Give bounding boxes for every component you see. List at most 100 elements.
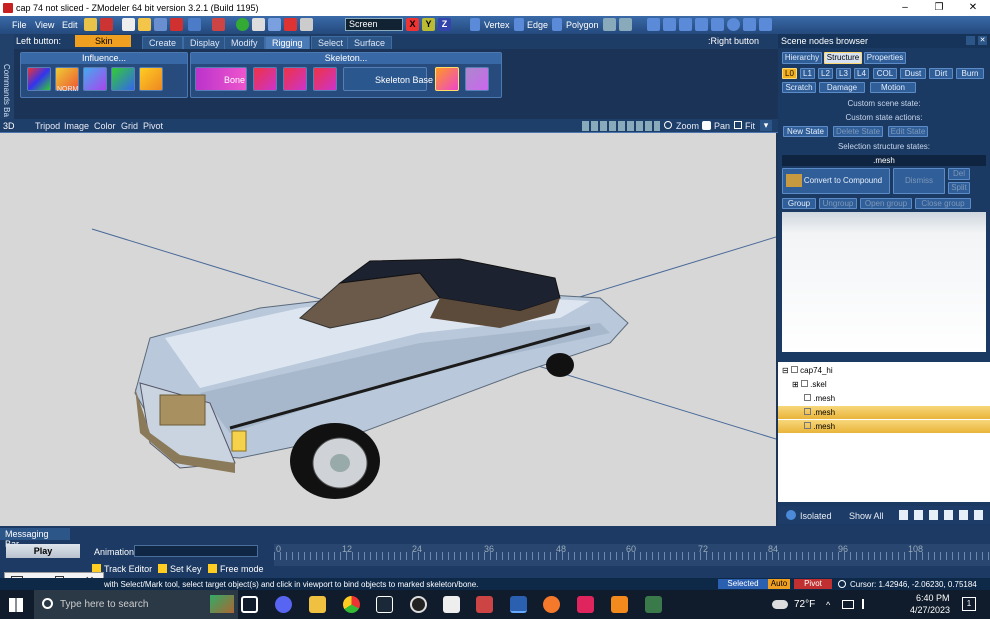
- level-dust[interactable]: Dust: [900, 68, 926, 79]
- panel-close-icon[interactable]: ✕: [978, 36, 987, 45]
- edit-state-button[interactable]: Edit State: [888, 126, 928, 137]
- close-button[interactable]: ✕: [956, 0, 990, 16]
- tree-row-mesh-1[interactable]: .mesh: [778, 392, 990, 405]
- tray-chevron-icon[interactable]: ^: [826, 600, 830, 610]
- maximize-button[interactable]: ❐: [922, 0, 956, 16]
- pan-button[interactable]: Pan: [714, 121, 730, 131]
- skin-bind-tool-icon[interactable]: [435, 67, 459, 91]
- track-editor-button[interactable]: Track Editor: [104, 564, 152, 574]
- group-button[interactable]: Group: [782, 198, 816, 209]
- selected-indicator[interactable]: Selected: [718, 579, 768, 589]
- polygon-mode-button[interactable]: Polygon: [566, 20, 599, 30]
- clipboard-icon[interactable]: [300, 18, 313, 31]
- tree-row-mesh-2[interactable]: .mesh: [778, 406, 990, 419]
- level-dirt[interactable]: Dirt: [929, 68, 953, 79]
- bone-edit-icon[interactable]: [253, 67, 277, 91]
- timeline[interactable]: 0 12 24 36 48 60 72 84 96 108: [274, 544, 990, 566]
- show-all-button[interactable]: Show All: [849, 511, 884, 521]
- app-iv-icon[interactable]: [443, 596, 460, 613]
- discord-icon[interactable]: [275, 596, 292, 613]
- influence-paint-icon[interactable]: [27, 67, 51, 91]
- damage-dropdown[interactable]: Damage: [819, 82, 865, 93]
- dummy-icon[interactable]: [695, 18, 708, 31]
- delete-icon[interactable]: [100, 18, 113, 31]
- file-explorer-icon[interactable]: [309, 596, 326, 613]
- viewport-mode[interactable]: 3D: [3, 121, 15, 131]
- close-group-button[interactable]: Close group: [915, 198, 971, 209]
- export-icon[interactable]: [212, 18, 225, 31]
- split-button[interactable]: Split: [948, 182, 970, 194]
- new-file-icon[interactable]: [122, 18, 135, 31]
- vertex-mode-button[interactable]: Vertex: [484, 20, 510, 30]
- volume-icon[interactable]: [862, 599, 872, 609]
- collapse-icon[interactable]: ⊟: [782, 366, 789, 375]
- messaging-bar-tab[interactable]: Messaging Bar: [0, 528, 70, 549]
- material-icon[interactable]: [743, 18, 756, 31]
- ungroup-button[interactable]: Ungroup: [819, 198, 857, 209]
- skin-bind-button[interactable]: Skin Bind: [75, 35, 131, 58]
- tab-properties[interactable]: Properties: [864, 52, 906, 64]
- y-axis-icon[interactable]: Y: [422, 18, 435, 31]
- selection-state-value[interactable]: .mesh: [782, 155, 986, 166]
- notifications-icon[interactable]: 1: [962, 597, 976, 611]
- weather-temp[interactable]: 72°F: [794, 599, 815, 610]
- tab-structure[interactable]: Structure: [824, 52, 862, 64]
- menu-edit[interactable]: Edit: [62, 20, 78, 30]
- camera-icon[interactable]: [679, 18, 692, 31]
- menu-file[interactable]: File: [12, 20, 27, 30]
- tree-row-mesh-3[interactable]: .mesh: [778, 420, 990, 433]
- bone-tool-icon[interactable]: [711, 18, 724, 31]
- tab-surface[interactable]: Surface: [347, 36, 393, 49]
- isolated-button[interactable]: Isolated: [800, 511, 832, 521]
- new-state-button[interactable]: New State: [783, 126, 828, 137]
- sphere-icon[interactable]: [727, 18, 740, 31]
- expand-icon[interactable]: ⊞: [792, 380, 799, 389]
- influence-transfer-icon[interactable]: [111, 67, 135, 91]
- z-axis-icon[interactable]: Z: [438, 18, 451, 31]
- steam-icon[interactable]: [376, 596, 393, 613]
- fit-button[interactable]: Fit: [745, 121, 755, 131]
- texture-icon[interactable]: [759, 18, 772, 31]
- level-burn[interactable]: Burn: [956, 68, 984, 79]
- app-game-icon[interactable]: [476, 596, 493, 613]
- viewport-menu-icon[interactable]: ▾: [760, 120, 772, 131]
- level-l4[interactable]: L4: [854, 68, 869, 79]
- tree-row-skel[interactable]: ⊞ .skel: [778, 378, 990, 391]
- open-group-button[interactable]: Open group: [860, 198, 912, 209]
- panel-pin-icon[interactable]: [966, 36, 975, 45]
- level-l1[interactable]: L1: [800, 68, 815, 79]
- menu-view[interactable]: View: [35, 20, 54, 30]
- influence-erase-icon[interactable]: [139, 67, 163, 91]
- object-icon[interactable]: [619, 18, 632, 31]
- state-list-area[interactable]: [782, 212, 986, 352]
- app-v-icon[interactable]: [645, 596, 662, 613]
- level-l3[interactable]: L3: [836, 68, 851, 79]
- animation-field[interactable]: [134, 545, 258, 557]
- play-button[interactable]: Play: [6, 544, 80, 558]
- del-button[interactable]: Del: [948, 168, 970, 180]
- tab-hierarchy[interactable]: Hierarchy: [782, 52, 822, 64]
- dismiss-button[interactable]: Dismiss: [893, 168, 945, 194]
- redo-icon[interactable]: [284, 18, 297, 31]
- chrome-icon[interactable]: [343, 596, 360, 613]
- display-options-icons[interactable]: [582, 121, 660, 131]
- tab-display[interactable]: Display: [183, 36, 227, 49]
- color-button[interactable]: Color: [94, 121, 116, 131]
- undo-icon[interactable]: [268, 18, 281, 31]
- view-tool-icon[interactable]: [647, 18, 660, 31]
- render-icon[interactable]: [236, 18, 249, 31]
- bone-link-icon[interactable]: [283, 67, 307, 91]
- level-l2[interactable]: L2: [818, 68, 833, 79]
- set-key-button[interactable]: Set Key: [170, 564, 202, 574]
- surface-icon[interactable]: [603, 18, 616, 31]
- delete-state-button[interactable]: Delete State: [833, 126, 883, 137]
- app-a-icon[interactable]: [577, 596, 594, 613]
- edge-mode-button[interactable]: Edge: [527, 20, 548, 30]
- settings-icon[interactable]: [252, 18, 265, 31]
- tab-select[interactable]: Select: [311, 36, 351, 49]
- tab-rigging[interactable]: Rigging: [265, 36, 310, 49]
- image-button[interactable]: Image: [64, 121, 89, 131]
- level-l0[interactable]: L0: [782, 68, 797, 79]
- influence-smooth-icon[interactable]: [83, 67, 107, 91]
- app-ark-icon[interactable]: [611, 596, 628, 613]
